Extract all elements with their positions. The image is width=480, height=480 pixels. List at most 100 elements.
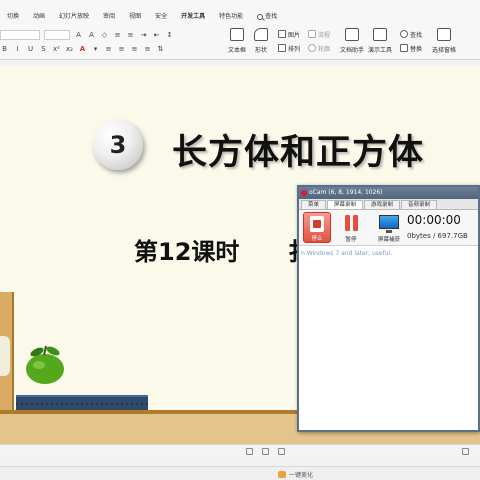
stop-label: 停止 (311, 236, 323, 242)
shape-icon (254, 28, 268, 41)
arrange-icon (278, 44, 286, 52)
picture-label: 图片 (288, 31, 301, 39)
pause-button[interactable]: 暂停 (337, 212, 365, 243)
tab-review[interactable]: 审阅 (96, 11, 122, 23)
select-pane-button[interactable]: 选择窗格 (432, 27, 456, 57)
screen-capture-button[interactable]: 屏幕捕获 (373, 212, 405, 243)
text-direction-icon[interactable]: ⇅ (156, 45, 165, 54)
apple-icon (26, 345, 64, 384)
char-shading-icon[interactable]: ▾ (91, 45, 100, 54)
tab-slideshow[interactable]: 幻灯片放映 (52, 11, 96, 23)
replace-label: 替换 (410, 45, 423, 53)
monitor-icon (379, 215, 399, 229)
replace-icon (400, 44, 408, 52)
picture-icon (278, 30, 286, 38)
shape-label: 形状 (254, 47, 267, 54)
strikethrough-icon[interactable]: S (39, 45, 48, 54)
ocam-message: n Windows 7 and later, useful. (301, 250, 393, 257)
flowchart-label: 流程 (318, 31, 331, 39)
arrange-button[interactable]: 排列 (278, 43, 300, 53)
tab-transition[interactable]: 切换 (0, 11, 26, 23)
tab-view[interactable]: 视图 (122, 11, 148, 23)
tab-developer[interactable]: 开发工具 (174, 11, 212, 23)
subscript-icon[interactable]: x₂ (65, 45, 74, 54)
slide-title[interactable]: 长方体和正方体 (172, 124, 424, 175)
fit-window-icon[interactable] (462, 448, 469, 455)
picture-button[interactable]: 图片 (278, 29, 300, 39)
ocam-tab-screen-record[interactable]: 屏幕录制 (327, 200, 364, 209)
find-icon (400, 30, 408, 38)
bold-icon[interactable]: B (0, 45, 9, 54)
ocam-window[interactable]: oCam (6, 8, 1914, 1026) 菜单 屏幕录制 游戏录制 音频录… (297, 185, 480, 432)
tab-security[interactable]: 安全 (148, 11, 174, 23)
menu-tabs: 切换 动画 幻灯片放映 审阅 视图 安全 开发工具 特色功能 查找 (0, 11, 284, 23)
tab-animation[interactable]: 动画 (26, 11, 52, 23)
ocam-toolbar: 停止 暂停 屏幕捕获 00:00:00 0bytes / 697.7GB (299, 210, 478, 246)
flowchart-button[interactable]: 流程 (308, 29, 330, 39)
ocam-tab-game-record[interactable]: 游戏录制 (364, 200, 401, 209)
numbering-icon[interactable]: ≡ (126, 31, 135, 40)
record-timer: 00:00:00 (407, 213, 461, 227)
ocam-log-area: n Windows 7 and later, useful. (299, 248, 478, 430)
font-format-row-1: A A ◇ ≡ ≡ ⇥ ⇤ ↕ (0, 29, 174, 41)
pause-label: 暂停 (345, 237, 357, 243)
replace-button[interactable]: 替换 (400, 43, 422, 53)
clear-format-icon[interactable]: ◇ (100, 31, 109, 40)
decorative-block (0, 292, 14, 410)
stop-button[interactable]: 停止 (303, 212, 331, 243)
textbox-button[interactable]: 文本框 (228, 27, 246, 57)
presenter-tools-icon (373, 28, 387, 41)
ocam-tab-menu[interactable]: 菜单 (301, 200, 327, 209)
stop-icon (310, 216, 324, 232)
search-label: 查找 (265, 13, 278, 20)
arrange-label: 排列 (288, 45, 301, 53)
record-filesize: 0bytes / 697.7GB (407, 232, 468, 240)
shrink-font-icon[interactable]: A (87, 31, 96, 40)
textbox-icon (230, 28, 244, 41)
presenter-tools-label: 演示工具 (368, 47, 393, 54)
ocam-tab-audio-record[interactable]: 音频录制 (401, 200, 438, 209)
bullets-icon[interactable]: ≡ (113, 31, 122, 40)
line-spacing-icon[interactable]: ↕ (165, 31, 174, 40)
shape-button[interactable]: 形状 (254, 27, 268, 57)
select-pane-icon (437, 28, 451, 41)
status-bar (0, 444, 480, 458)
font-size-dropdown[interactable] (44, 30, 70, 40)
outline-button[interactable]: 轮廓 (308, 43, 330, 53)
italic-icon[interactable]: I (13, 45, 22, 54)
normal-view-icon[interactable] (246, 448, 253, 455)
textbox-label: 文本框 (228, 47, 247, 54)
sorter-view-icon[interactable] (262, 448, 269, 455)
align-center-icon[interactable]: ≡ (117, 45, 126, 54)
select-pane-label: 选择窗格 (432, 47, 457, 54)
doc-assistant-button[interactable]: 文档助手 (340, 27, 364, 57)
superscript-icon[interactable]: x² (52, 45, 61, 54)
find-button[interactable]: 查找 (400, 29, 422, 39)
bottom-bar: 一键美化 (0, 466, 480, 480)
font-family-dropdown[interactable] (0, 30, 40, 40)
underline-icon[interactable]: U (26, 45, 35, 54)
toolbar: A A ◇ ≡ ≡ ⇥ ⇤ ↕ B I U S x² x₂ A ▾ ≡ ≡ ≡ … (0, 27, 480, 57)
beautify-button[interactable]: 一键美化 (278, 470, 313, 479)
search-command[interactable]: 查找 (250, 11, 284, 23)
grow-font-icon[interactable]: A (74, 31, 83, 40)
justify-icon[interactable]: ≡ (143, 45, 152, 54)
align-left-icon[interactable]: ≡ (104, 45, 113, 54)
ocam-titlebar[interactable]: oCam (6, 8, 1914, 1026) (299, 187, 478, 199)
slide-number-circle: 3 (93, 120, 143, 170)
align-right-icon[interactable]: ≡ (130, 45, 139, 54)
reading-view-icon[interactable] (278, 448, 285, 455)
presenter-tools-button[interactable]: 演示工具 (368, 27, 392, 57)
outdent-icon[interactable]: ⇤ (152, 31, 161, 40)
slide-subtitle[interactable]: 第12课时 (134, 232, 239, 267)
pause-icon (345, 215, 350, 231)
ocam-title: oCam (6, 8, 1914, 1026) (309, 189, 383, 196)
indent-icon[interactable]: ⇥ (139, 31, 148, 40)
ribbon: 切换 动画 幻灯片放映 审阅 视图 安全 开发工具 特色功能 查找 A A ◇ … (0, 0, 480, 60)
font-color-icon[interactable]: A (78, 45, 87, 54)
tab-features[interactable]: 特色功能 (212, 11, 250, 23)
screen-capture-label: 屏幕捕获 (377, 237, 400, 243)
ocam-tabs: 菜单 屏幕录制 游戏录制 音频录制 (299, 199, 478, 210)
ocam-app-icon (301, 190, 307, 196)
beautify-label: 一键美化 (289, 472, 314, 479)
